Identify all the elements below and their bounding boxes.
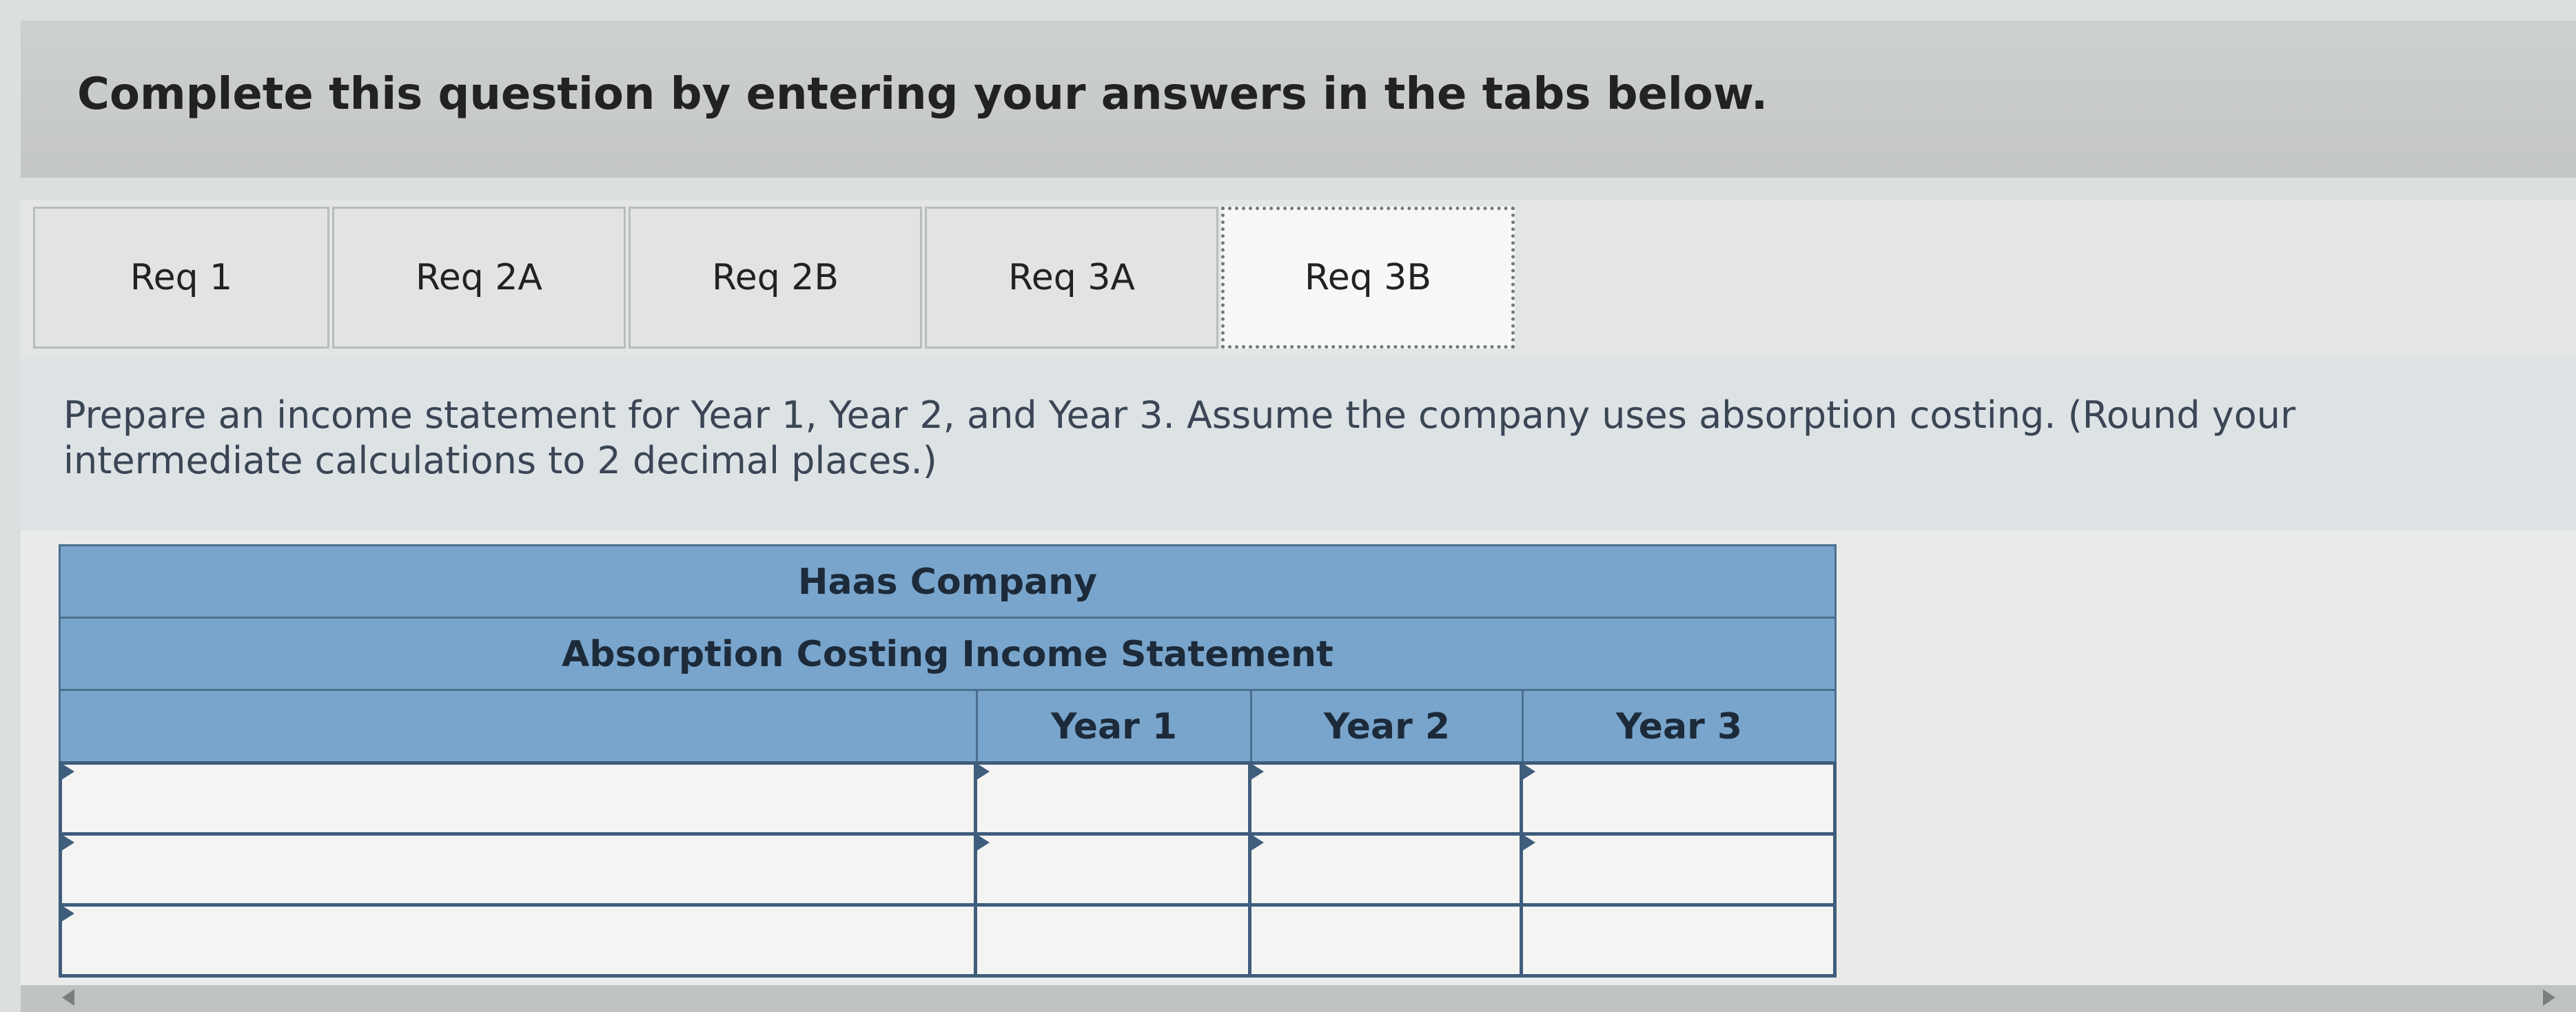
column-header-year-2: Year 2 <box>1250 691 1522 763</box>
tab-req-1[interactable]: Req 1 <box>33 207 329 349</box>
dropdown-arrow-icon <box>974 762 990 781</box>
scroll-right-arrow-icon[interactable] <box>2543 989 2555 1006</box>
horizontal-scrollbar[interactable] <box>21 985 2576 1012</box>
tab-req-3a[interactable]: Req 3A <box>925 207 1218 349</box>
scroll-left-arrow-icon[interactable] <box>62 989 74 1006</box>
instructions-text: Prepare an income statement for Year 1, … <box>63 393 2296 482</box>
year-3-cell[interactable] <box>1520 832 1837 907</box>
tab-label: Req 3B <box>1304 257 1432 298</box>
year-1-input[interactable] <box>977 907 1248 974</box>
banner-title: Complete this question by entering your … <box>77 69 1768 120</box>
instructions-banner: Complete this question by entering your … <box>21 21 2576 178</box>
row-label-input[interactable] <box>62 836 974 903</box>
company-name: Haas Company <box>59 544 1837 620</box>
year-2-input[interactable] <box>1251 765 1520 832</box>
year-3-cell[interactable] <box>1520 761 1837 836</box>
tab-label: Req 1 <box>130 257 233 298</box>
year-2-cell[interactable] <box>1248 903 1523 978</box>
tab-req-2b[interactable]: Req 2B <box>628 207 922 349</box>
column-header-year-1: Year 1 <box>976 691 1250 763</box>
dropdown-arrow-icon <box>59 762 74 781</box>
dropdown-arrow-icon <box>59 833 74 852</box>
tab-req-2a[interactable]: Req 2A <box>332 207 626 349</box>
row-label-cell[interactable] <box>59 903 977 978</box>
instructions-panel: Prepare an income statement for Year 1, … <box>21 358 2576 530</box>
row-label-input[interactable] <box>62 907 974 974</box>
table-row <box>59 761 1837 836</box>
statement-title: Absorption Costing Income Statement <box>59 617 1837 692</box>
tab-bar: Req 1 Req 2A Req 2B Req 3A Req 3B <box>21 200 2576 358</box>
tab-label: Req 3A <box>1008 257 1135 298</box>
year-1-input[interactable] <box>977 765 1248 832</box>
dropdown-arrow-icon <box>974 833 990 852</box>
year-3-input[interactable] <box>1523 907 1833 974</box>
tab-req-3b[interactable]: Req 3B <box>1221 207 1515 349</box>
column-header-year-3: Year 3 <box>1522 691 1834 763</box>
dropdown-arrow-icon <box>1520 833 1535 852</box>
dropdown-arrow-icon <box>1520 762 1535 781</box>
table-row <box>59 903 1837 978</box>
row-label-cell[interactable] <box>59 761 977 836</box>
year-1-cell[interactable] <box>974 761 1251 836</box>
year-2-cell[interactable] <box>1248 761 1523 836</box>
income-statement-table: Haas Company Absorption Costing Income S… <box>21 530 2576 985</box>
tab-label: Req 2B <box>711 257 839 298</box>
column-header-row: Year 1 Year 2 Year 3 <box>59 689 1837 765</box>
year-1-cell[interactable] <box>974 903 1251 978</box>
row-label-cell[interactable] <box>59 832 977 907</box>
year-1-input[interactable] <box>977 836 1248 903</box>
year-2-input[interactable] <box>1251 907 1520 974</box>
row-label-input[interactable] <box>62 765 974 832</box>
table-row <box>59 832 1837 907</box>
year-3-input[interactable] <box>1523 836 1833 903</box>
dropdown-arrow-icon <box>59 904 74 923</box>
year-2-cell[interactable] <box>1248 832 1523 907</box>
year-1-cell[interactable] <box>974 832 1251 907</box>
year-3-cell[interactable] <box>1520 903 1837 978</box>
dropdown-arrow-icon <box>1249 833 1264 852</box>
year-3-input[interactable] <box>1523 765 1833 832</box>
year-2-input[interactable] <box>1251 836 1520 903</box>
dropdown-arrow-icon <box>1249 762 1264 781</box>
tab-label: Req 2A <box>416 257 542 298</box>
